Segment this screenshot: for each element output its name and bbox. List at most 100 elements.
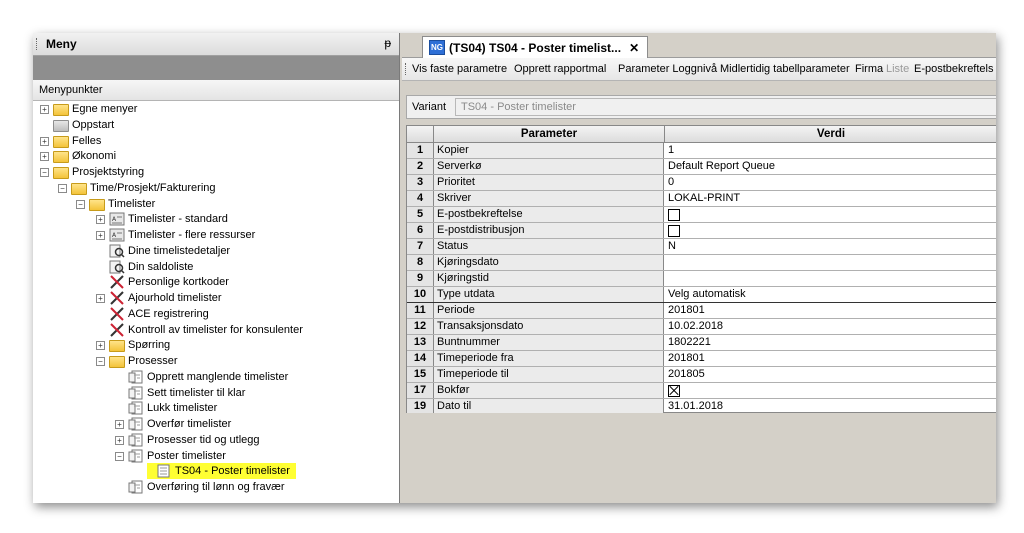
value-cell[interactable]: 0 <box>665 175 996 190</box>
value-cell[interactable]: N <box>665 239 996 254</box>
table-row[interactable]: 12 Transaksjonsdato 10.02.2018 <box>407 319 996 335</box>
close-icon[interactable]: ✕ <box>629 41 639 55</box>
expand-icon[interactable]: + <box>115 435 124 445</box>
toolbar-button[interactable]: Parameter Loggnivå <box>618 63 717 75</box>
menu-tree-item[interactable]: + Ajourhold timelister <box>33 290 399 306</box>
toolbar-button[interactable]: Vis faste parametre <box>412 63 507 75</box>
value-cell[interactable]: 201801 <box>665 303 996 318</box>
table-row[interactable]: 1 Kopier 1 <box>407 143 996 159</box>
menu-tree-item[interactable]: Opprett manglende timelister <box>33 369 399 385</box>
expand-icon[interactable]: + <box>96 294 105 303</box>
value-cell[interactable]: Velg automatisk <box>665 287 996 302</box>
table-row[interactable]: 14 Timeperiode fra 201801 <box>407 351 996 367</box>
table-row[interactable]: 6 E-postdistribusjon <box>407 223 996 239</box>
menu-tree-item[interactable]: − Prosesser <box>33 353 399 369</box>
value-cell[interactable] <box>665 383 996 398</box>
menu-tree-item[interactable]: + Prosesser tid og utlegg <box>33 432 399 448</box>
table-row[interactable]: 10 Type utdata Velg automatisk <box>407 287 996 303</box>
grip-handle[interactable] <box>36 38 39 50</box>
menu-tree-item[interactable]: Overføring til lønn og fravær <box>33 479 399 495</box>
menu-tree-item[interactable]: + Egne menyer <box>33 101 399 117</box>
process-icon <box>128 386 144 399</box>
value-cell[interactable] <box>665 207 996 222</box>
toolbar-button[interactable]: Firma <box>855 63 883 75</box>
value-cell[interactable]: Default Report Queue <box>665 159 996 174</box>
menu-tree-item[interactable]: + Felles <box>33 133 399 149</box>
expand-icon[interactable]: + <box>96 341 105 351</box>
process-icon <box>128 480 144 494</box>
value-cell[interactable] <box>665 255 996 270</box>
menu-tree-item-label: Poster timelister <box>147 449 226 462</box>
value-cell[interactable]: LOKAL-PRINT <box>665 191 996 206</box>
menu-tree-item[interactable]: − Poster timelister <box>33 448 399 464</box>
value-cell[interactable]: 201801 <box>665 351 996 366</box>
grip-handle[interactable] <box>405 63 408 75</box>
toolbar-button[interactable]: Opprett rapportmal <box>514 63 606 75</box>
tab-ts04[interactable]: NG (TS04) TS04 - Poster timelist... ✕ <box>422 36 649 58</box>
menu-tree-item[interactable]: Oppstart <box>33 117 399 133</box>
collapse-icon[interactable]: − <box>40 168 49 177</box>
value-cell[interactable]: 1 <box>665 143 996 158</box>
menu-tree-item[interactable]: − Time/Prosjekt/Fakturering <box>33 180 399 196</box>
menu-tree-item[interactable]: − Timelister <box>33 196 399 212</box>
collapse-icon[interactable]: − <box>96 357 105 366</box>
table-row[interactable]: 2 Serverkø Default Report Queue <box>407 159 996 175</box>
menu-tree-item[interactable]: Sett timelister til klar <box>33 385 399 401</box>
table-row[interactable]: 13 Buntnummer 1802221 <box>407 335 996 351</box>
value-cell[interactable] <box>665 223 996 238</box>
toolbar-button[interactable]: Midlertidig tabellparameter <box>720 63 850 75</box>
table-row[interactable]: 8 Kjøringsdato <box>407 255 996 271</box>
table-row[interactable]: 17 Bokfør <box>407 383 996 399</box>
menu-tree-item[interactable]: + A Timelister - standard <box>33 211 399 227</box>
menu-tree-item[interactable]: + A Timelister - flere ressurser <box>33 227 399 243</box>
toolbar-button[interactable]: Liste <box>886 63 909 75</box>
menu-tree-item[interactable]: − Prosjektstyring <box>33 164 399 180</box>
toolbar-button[interactable]: E-postbekreftels <box>914 63 993 75</box>
menu-header: Meny ᵽ <box>33 33 399 56</box>
table-row[interactable]: 3 Prioritet 0 <box>407 175 996 191</box>
menu-tree-item[interactable]: + Spørring <box>33 337 399 353</box>
checkbox[interactable] <box>668 225 680 237</box>
tab-label: (TS04) TS04 - Poster timelist... <box>449 40 622 55</box>
expand-icon[interactable]: + <box>96 231 105 240</box>
table-row[interactable]: 5 E-postbekreftelse <box>407 207 996 223</box>
collapse-icon[interactable]: − <box>115 451 124 461</box>
process-icon <box>128 433 144 447</box>
checkbox-checked[interactable] <box>668 385 680 397</box>
table-row[interactable]: 4 Skriver LOKAL-PRINT <box>407 191 996 207</box>
pin-icon[interactable]: ᵽ <box>384 36 391 50</box>
table-row[interactable]: 7 Status N <box>407 239 996 255</box>
value-cell[interactable]: 1802221 <box>665 335 996 350</box>
grid-header-verdi[interactable]: Verdi <box>665 126 996 142</box>
menu-tree-item[interactable]: + Overfør timelister <box>33 416 399 432</box>
value-cell[interactable]: 10.02.2018 <box>665 319 996 334</box>
collapse-icon[interactable]: − <box>76 199 85 209</box>
value-cell[interactable]: 31.01.2018 <box>665 399 996 414</box>
row-number: 3 <box>407 175 434 190</box>
expand-icon[interactable]: + <box>96 215 105 225</box>
value-cell[interactable] <box>665 271 996 286</box>
menu-tree-item-label: Timelister - flere ressurser <box>128 229 256 241</box>
collapse-icon[interactable]: − <box>58 183 67 193</box>
menu-tree-item[interactable]: Personlige kortkoder <box>33 274 399 290</box>
menu-tree-item[interactable]: ACE registrering <box>33 306 399 322</box>
table-row[interactable]: 15 Timeperiode til 201805 <box>407 367 996 383</box>
menu-tree-item[interactable]: Lukk timelister <box>33 400 399 416</box>
row-number: 12 <box>407 319 434 334</box>
row-number: 17 <box>407 383 434 398</box>
table-row[interactable]: 9 Kjøringstid <box>407 271 996 287</box>
menu-tree-item[interactable]: + Økonomi <box>33 148 399 164</box>
menu-tree-item[interactable]: Din saldoliste <box>33 259 399 275</box>
value-cell[interactable]: 201805 <box>665 367 996 382</box>
menu-tree-item[interactable]: Kontroll av timelister for konsulenter <box>33 322 399 338</box>
expand-icon[interactable]: + <box>115 420 124 429</box>
menu-tree-item[interactable]: TS04 - Poster timelister <box>33 463 399 480</box>
checkbox[interactable] <box>668 209 680 221</box>
menu-tree-item[interactable]: Dine timelistedetaljer <box>33 243 399 259</box>
variant-field[interactable]: TS04 - Poster timelister <box>455 98 996 116</box>
expand-icon[interactable]: + <box>40 136 49 146</box>
grid-header-parameter[interactable]: Parameter <box>434 126 665 142</box>
table-row[interactable]: 11 Periode 201801 <box>407 303 996 319</box>
expand-icon[interactable]: + <box>40 152 49 162</box>
expand-icon[interactable]: + <box>40 105 49 114</box>
